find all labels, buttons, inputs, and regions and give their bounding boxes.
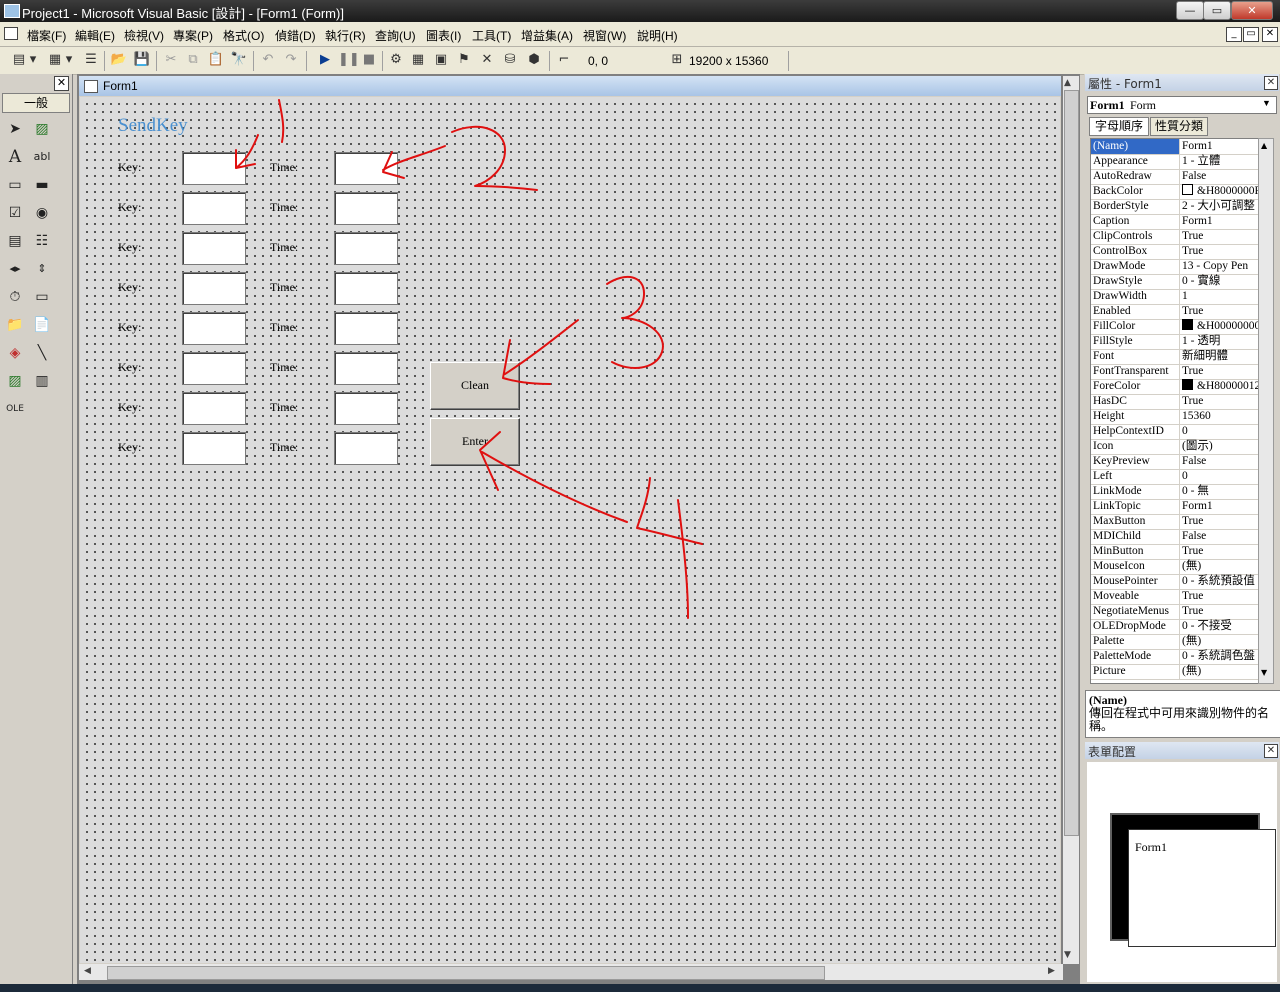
annotation-arrow-3 [502,319,579,385]
annotation-arrow-1 [235,134,259,169]
annotation-arrow-2 [382,145,446,179]
annotation-arrow-4 [479,431,628,523]
annotation-layer [235,99,703,619]
annotation-number-3 [606,275,664,369]
annotation-number-1 [278,99,285,143]
annotation-number-4 [636,477,703,619]
annotation-number-2 [451,125,538,191]
